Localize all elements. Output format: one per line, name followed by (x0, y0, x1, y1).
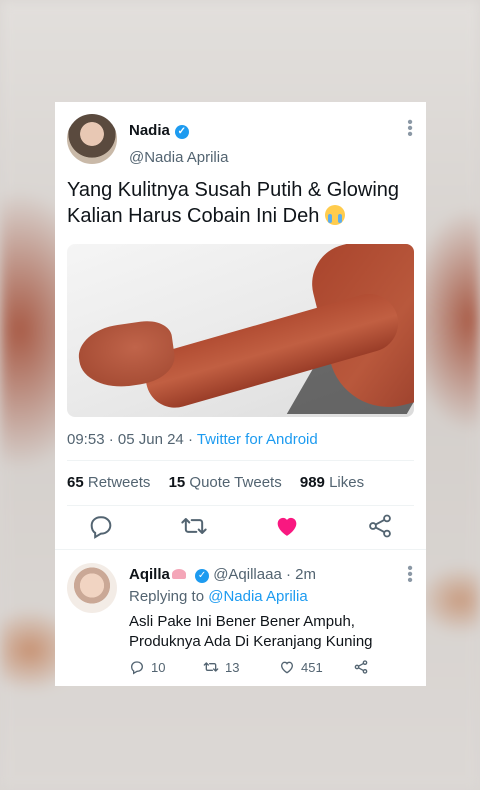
main-tweet: Nadia ✓ @Nadia Aprilia • • • Yang Kulitnya … (55, 102, 426, 549)
reply-reply-button[interactable]: 10 (129, 659, 165, 675)
reply-text-line: Asli Pake Ini Bener Bener Ampuh, (129, 613, 355, 630)
author-name[interactable]: Nadia ✓ (129, 122, 189, 139)
reply-text-line: Produknya Ada Di Keranjang Kuning (129, 633, 373, 650)
reply-retweet-button[interactable]: 13 (203, 659, 239, 675)
tweet-actions (55, 512, 426, 542)
verified-icon: ✓ (174, 125, 189, 139)
reply-actions: 10 13 451 (129, 659, 419, 677)
tweet-date: 05 Jun 24 (117, 431, 184, 448)
tweet-text-line-with-emoji: Kalian Harus Cobain Ini Deh (67, 203, 417, 229)
tweet-image[interactable] (67, 244, 414, 417)
reply-mention-link[interactable]: @Nadia Aprilia (208, 588, 307, 605)
author-handle[interactable]: @Nadia Aprilia (129, 149, 228, 166)
reply-author-name[interactable]: Aqilla (129, 566, 170, 583)
reply-handle[interactable]: @Aqillaaa (213, 566, 282, 583)
more-icon[interactable]: • • • (406, 561, 414, 589)
like-icon[interactable] (273, 512, 301, 540)
share-icon (354, 660, 368, 674)
tweet-time: 09:53 (67, 431, 105, 448)
tweet-text-line: Yang Kulitnya Susah Putih & Glowing (67, 179, 400, 201)
reply-age: 2m (295, 566, 316, 583)
tweet-source-link[interactable]: Twitter for Android (197, 431, 318, 448)
tweet-meta: 09:53 · 05 Jun 24 · Twitter for Android (67, 431, 318, 448)
reply-avatar[interactable] (67, 563, 117, 613)
reply-icon[interactable] (87, 512, 115, 540)
reply-share-button[interactable] (353, 659, 369, 675)
tweet-stats: 65 Retweets 15 Quote Tweets 989 Likes (67, 474, 378, 491)
divider (67, 505, 414, 506)
reply-like-button[interactable]: 451 (279, 659, 323, 675)
reply-header: Aqilla ✓ @Aqillaaa · 2m (129, 566, 316, 583)
retweet-icon[interactable] (180, 512, 208, 540)
retweets-stat[interactable]: 65 Retweets (67, 474, 150, 491)
share-icon[interactable] (366, 512, 394, 540)
retweet-icon (203, 662, 219, 672)
reply-icon (130, 661, 144, 675)
lotus-emoji-icon (171, 569, 186, 579)
replying-to: Replying to @Nadia Aprilia (129, 588, 308, 605)
like-icon (280, 661, 294, 674)
likes-stat[interactable]: 989 Likes (300, 474, 364, 491)
tweet-card: Nadia ✓ @Nadia Aprilia • • • Yang Kulitnya … (55, 102, 426, 686)
crying-emoji-icon (324, 205, 345, 225)
avatar[interactable] (67, 114, 117, 164)
quotes-stat[interactable]: 15 Quote Tweets (169, 474, 282, 491)
tweet-text: Yang Kulitnya Susah Putih & Glowing Kali… (67, 177, 417, 229)
verified-icon: ✓ (195, 569, 210, 583)
reply-tweet[interactable]: Aqilla ✓ @Aqillaaa · 2m • • • Replying to … (55, 549, 426, 686)
reply-text: Asli Pake Ini Bener Bener Ampuh, Produkn… (129, 612, 414, 652)
divider (67, 460, 414, 461)
more-icon[interactable]: • • • (406, 115, 414, 143)
